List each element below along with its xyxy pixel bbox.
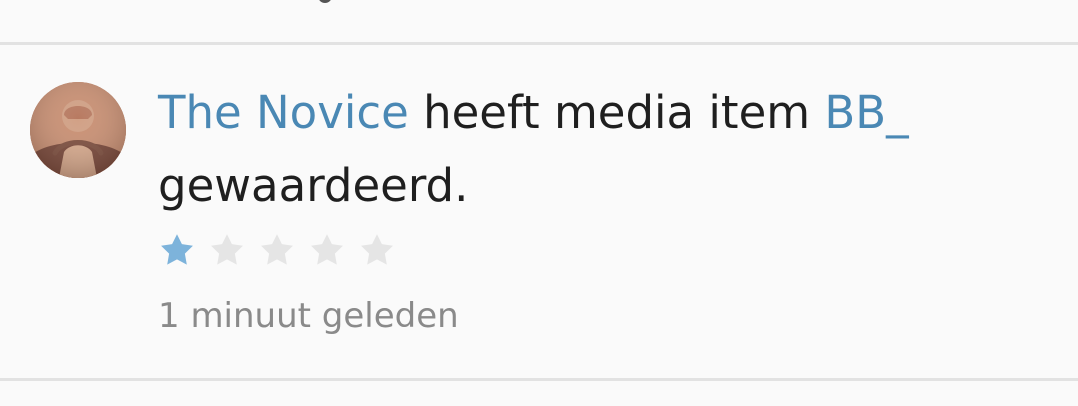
activity-action-text: heeft media item: [408, 86, 825, 139]
previous-item-fragment: [318, 0, 332, 3]
star-rating: [156, 230, 398, 276]
media-item-link[interactable]: BB_: [824, 86, 908, 139]
user-avatar-icon[interactable]: [30, 82, 126, 178]
star-icon: [361, 234, 393, 265]
star-icon: [211, 234, 243, 265]
star-icon: [161, 234, 193, 265]
star-icon: [261, 234, 293, 265]
timestamp: 1 minuut geleden: [158, 296, 459, 336]
activity-line-2: gewaardeerd.: [158, 159, 469, 212]
star-icon: [311, 234, 343, 265]
user-link[interactable]: The Novice: [158, 86, 409, 139]
activity-feed: The Novice heeft media item BB_ gewaardee…: [0, 0, 1078, 406]
divider-bottom: [0, 378, 1078, 381]
divider-top: [0, 42, 1078, 45]
activity-text: The Novice heeft media item BB_ gewaardee…: [158, 76, 1018, 222]
